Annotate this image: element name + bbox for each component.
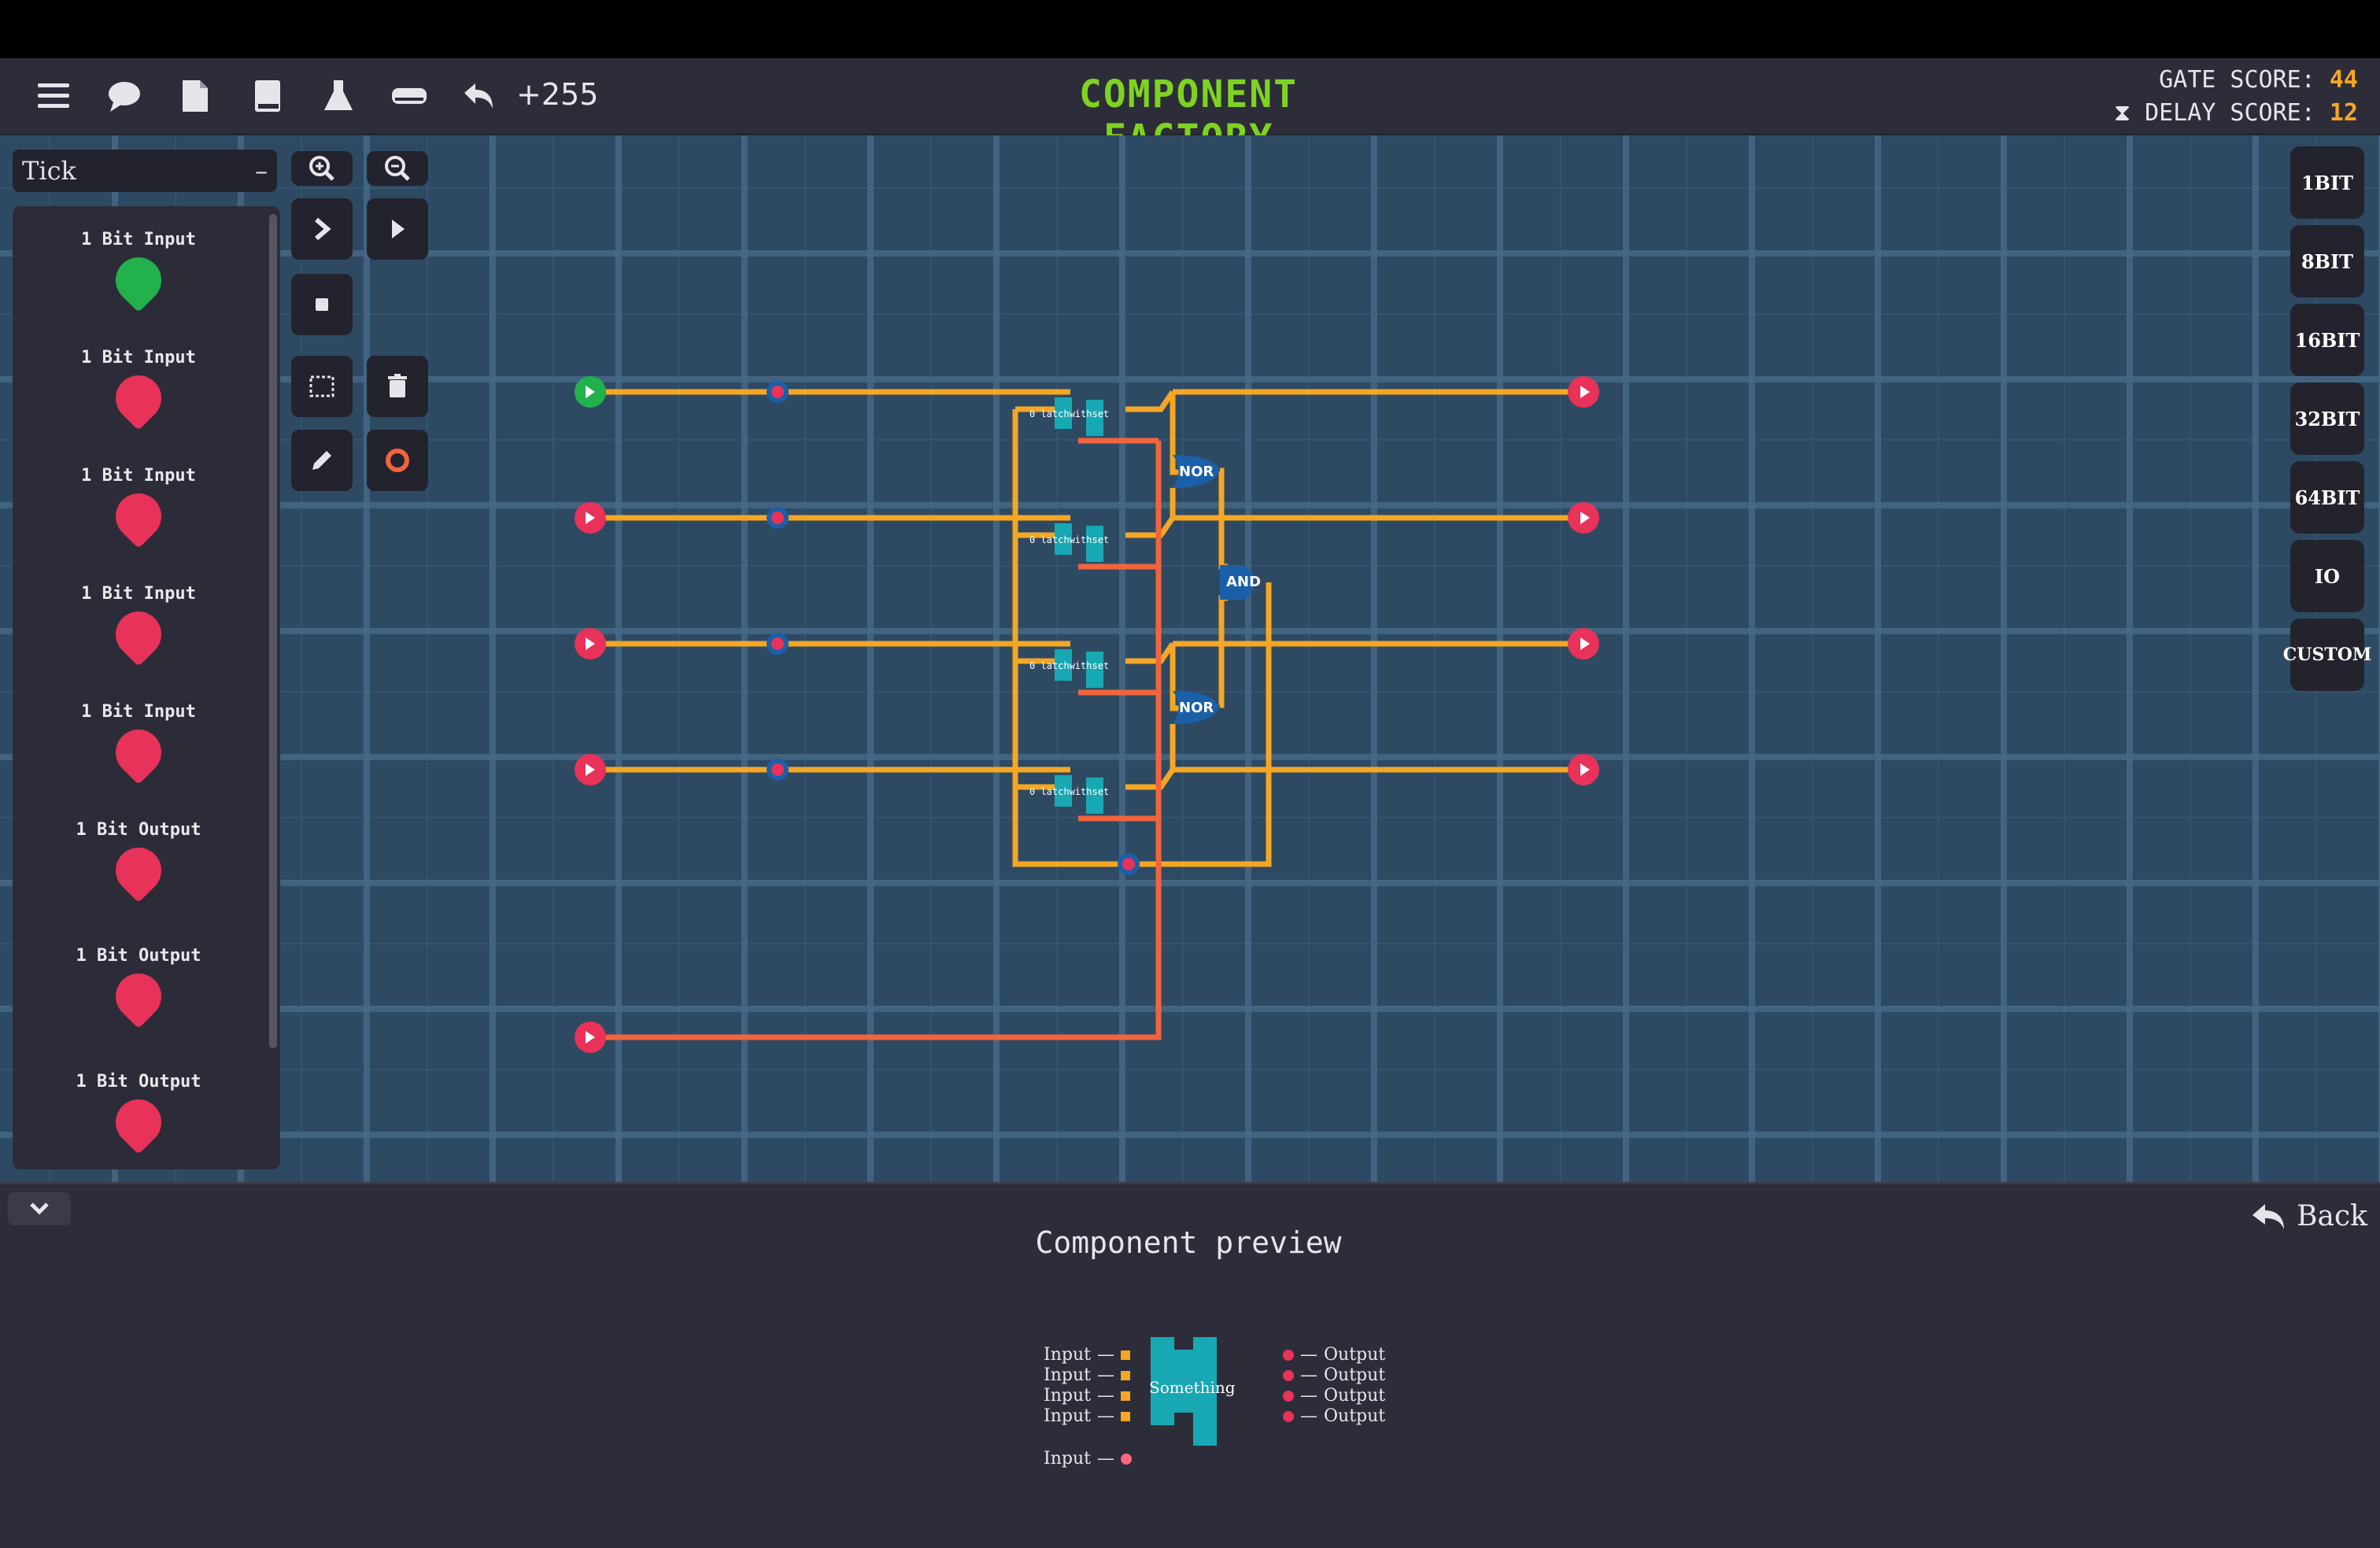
play-button[interactable] [367, 198, 428, 260]
input-off-icon [105, 483, 172, 549]
category-1bit-button[interactable]: 1BIT [2290, 146, 2364, 219]
palette-item-input-1[interactable]: 1 Bit Input [13, 230, 264, 313]
chevron-right-icon [315, 217, 331, 241]
preview-component-name: Something [1149, 1378, 1236, 1397]
collapse-panel-button[interactable] [8, 1192, 71, 1225]
play-icon [392, 220, 405, 238]
toolbar: +255 COMPONENT FACTORY GATE SCORE: 44 ⧗ … [0, 58, 2380, 161]
zoom-in-button[interactable] [291, 151, 353, 186]
svg-text:0 latchwithset: 0 latchwithset [1029, 660, 1109, 671]
preview-title: Component preview [1035, 1225, 1342, 1260]
undo-count: +255 [516, 77, 599, 112]
undo-icon[interactable] [456, 74, 501, 118]
svg-text:0 latchwithset: 0 latchwithset [1029, 408, 1109, 419]
delete-button[interactable] [367, 356, 428, 417]
gate-score-value: 44 [2329, 66, 2358, 94]
category-64bit-button[interactable]: 64BIT [2290, 461, 2364, 534]
selection-icon [309, 375, 334, 397]
preview-output-3: — Output [1283, 1386, 1385, 1406]
palette-item-input-4[interactable]: 1 Bit Input [13, 584, 264, 667]
input-off-icon [105, 365, 172, 431]
component-palette: 1 Bit Input 1 Bit Input 1 Bit Input 1 Bi… [13, 206, 280, 1169]
palette-item-label: 1 Bit Input [81, 702, 196, 722]
category-8bit-button[interactable]: 8BIT [2290, 225, 2364, 297]
palette-item-output-1[interactable]: 1 Bit Output [13, 820, 264, 903]
palette-item-output-2[interactable]: 1 Bit Output [13, 946, 264, 1029]
preview-output-2: — Output [1283, 1365, 1385, 1385]
window-top-bar [0, 0, 2380, 58]
preview-extra-input: Input — [1044, 1449, 1132, 1469]
preview-input-1: Input — [1044, 1345, 1130, 1365]
stop-icon [316, 298, 328, 311]
tick-select-value: Tick [22, 156, 76, 186]
delay-score-label: DELAY SCORE: [2145, 99, 2315, 127]
input-on-icon [105, 247, 172, 313]
tick-collapse-toggle[interactable]: – [255, 156, 268, 186]
palette-item-input-3[interactable]: 1 Bit Input [13, 466, 264, 549]
zoom-out-button[interactable] [367, 151, 428, 186]
preview-output-1: — Output [1283, 1345, 1385, 1365]
color-ring-icon [386, 449, 409, 472]
keyboard-icon[interactable] [387, 74, 431, 118]
category-custom-button[interactable]: CUSTOM [2283, 619, 2371, 691]
pencil-button[interactable] [291, 430, 353, 491]
pencil-icon [312, 451, 331, 470]
palette-item-output-3[interactable]: 1 Bit Output [13, 1072, 264, 1155]
palette-item-label: 1 Bit Input [81, 584, 196, 604]
input-off-icon [105, 601, 172, 667]
book-icon[interactable] [246, 74, 290, 118]
palette-item-label: 1 Bit Input [81, 348, 196, 368]
select-button[interactable] [291, 356, 353, 417]
palette-item-label: 1 Bit Output [76, 820, 201, 840]
back-arrow-icon [2252, 1203, 2285, 1229]
svg-text:0 latchwithset: 0 latchwithset [1029, 786, 1109, 797]
delay-score-value: 12 [2329, 99, 2358, 127]
step-button[interactable] [291, 198, 353, 260]
zoom-out-icon [385, 156, 410, 181]
palette-item-input-2[interactable]: 1 Bit Input [13, 348, 264, 431]
flask-icon[interactable] [316, 74, 360, 118]
preview-panel: Back Component preview Input — Input — Inp… [0, 1182, 2380, 1548]
svg-text:AND: AND [1226, 574, 1261, 590]
wire-color-button[interactable] [367, 430, 428, 491]
delay-score: ⧗ DELAY SCORE: 12 [2114, 99, 2358, 127]
palette-item-label: 1 Bit Output [76, 946, 201, 966]
tick-select[interactable]: Tick – [13, 150, 277, 192]
back-button[interactable]: Back [2249, 1200, 2367, 1232]
chat-icon[interactable] [102, 74, 146, 118]
gate-score: GATE SCORE: 44 [2159, 66, 2358, 94]
circuit-diagram: 0 latchwithset 0 latchwithset 0 latchwit… [575, 376, 1599, 1053]
palette-item-input-5[interactable]: 1 Bit Input [13, 702, 264, 785]
output-icon [105, 963, 172, 1029]
palette-item-label: 1 Bit Output [76, 1072, 201, 1092]
gate-score-label: GATE SCORE: [2159, 66, 2315, 94]
chevron-down-icon [30, 1203, 49, 1215]
stop-button[interactable] [291, 274, 353, 335]
svg-text:0 latchwithset: 0 latchwithset [1029, 534, 1109, 545]
category-32bit-button[interactable]: 32BIT [2290, 382, 2364, 455]
hourglass-icon: ⧗ [2113, 99, 2131, 127]
preview-input-3: Input — [1044, 1386, 1130, 1406]
category-16bit-button[interactable]: 16BIT [2290, 304, 2364, 376]
output-icon [105, 1089, 172, 1155]
file-icon[interactable] [173, 74, 217, 118]
preview-input-4: Input — [1044, 1406, 1130, 1426]
svg-text:NOR: NOR [1179, 464, 1214, 480]
menu-icon[interactable] [31, 74, 76, 118]
palette-item-label: 1 Bit Input [81, 466, 196, 486]
trash-icon [388, 374, 407, 397]
svg-text:NOR: NOR [1179, 700, 1214, 716]
component-preview: Input — Input — Input — Input — Input — Somet… [1023, 1334, 1432, 1491]
preview-output-4: — Output [1283, 1406, 1385, 1426]
circuit-canvas[interactable]: 0 latchwithset 0 latchwithset 0 latchwit… [0, 135, 2380, 1182]
palette-scrollbar[interactable] [269, 214, 277, 1048]
zoom-in-icon [309, 156, 334, 181]
palette-item-label: 1 Bit Input [81, 230, 196, 249]
back-label: Back [2297, 1200, 2367, 1232]
category-io-button[interactable]: IO [2290, 540, 2364, 612]
output-icon [105, 837, 172, 903]
preview-input-2: Input — [1044, 1365, 1130, 1385]
input-off-icon [105, 719, 172, 785]
